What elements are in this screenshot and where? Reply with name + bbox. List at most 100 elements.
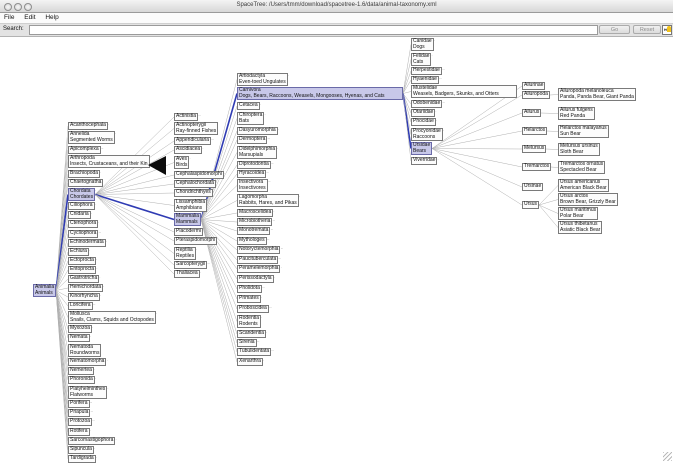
menu-edit[interactable]: Edit xyxy=(20,13,39,23)
tree-node-tubulidentata[interactable]: Tubulidentata··· xyxy=(237,348,271,356)
tree-node-didelphimorphia[interactable]: DidelphimorphiaMarsupials· xyxy=(237,146,277,159)
tree-node-tardigrada[interactable]: Tardigrada· xyxy=(68,455,96,463)
tree-node-ursidae[interactable]: UrsidaeBears xyxy=(411,142,432,155)
tree-node-viverridae[interactable]: Viverridae· xyxy=(411,157,437,165)
reset-button[interactable]: Reset xyxy=(633,25,661,34)
tree-node-pholidota[interactable]: Pholidota··· xyxy=(237,285,262,293)
tree-node-ursus-americanus[interactable]: Ursus americanusAmerican Black Bear xyxy=(558,179,609,192)
tree-node-phocidae[interactable]: Phocidae· xyxy=(411,118,436,126)
search-input[interactable] xyxy=(29,25,598,35)
tree-node-ailuropoda-melanoleuca[interactable]: Ailuropoda melanoleucaPanda, Panda Bear,… xyxy=(558,88,636,101)
tree-node-ailurus[interactable]: Ailurus xyxy=(522,109,541,117)
tree-node-sarcomastigophora[interactable]: Sarcomastigophora· xyxy=(68,437,115,445)
tree-node-rotifera[interactable]: Rotifera· xyxy=(68,428,90,436)
tree-node-herpestidae[interactable]: Herpestidae··· xyxy=(411,67,442,75)
tree-node-rodentia[interactable]: RodentiaRodents· xyxy=(237,315,261,328)
tree-node-ursus-maritimus[interactable]: Ursus maritimusPolar Bear xyxy=(558,207,598,220)
tree-node-mythologes[interactable]: Mythologes··· xyxy=(237,237,267,245)
collapsed-subtree-triangle-icon[interactable] xyxy=(148,156,166,175)
tree-node-canidae[interactable]: CanidaeDogs· xyxy=(411,38,434,51)
tree-node-apicomplexa[interactable]: Apicomplexa··· xyxy=(68,146,101,154)
tree-node-gastrotricha[interactable]: Gastrotricha· xyxy=(68,275,99,283)
tree-node-scandentia[interactable]: Scandentia· xyxy=(237,330,266,338)
tree-node-carnivora[interactable]: CarnivoraDogs, Bears, Raccoons, Weasels,… xyxy=(237,87,403,100)
tree-node-dermoptera[interactable]: Dermoptera··· xyxy=(237,136,267,144)
tree-node-ursus[interactable]: Ursus xyxy=(522,201,539,209)
tree-node-appendicularia[interactable]: Appendicularia··· xyxy=(174,137,211,145)
tree-node-ailurinae[interactable]: Ailurinae xyxy=(522,82,545,90)
tree-node-nematomorpha[interactable]: Nematomorpha· xyxy=(68,358,106,366)
tree-node-ursus-arctos[interactable]: Ursus arctosBrown Bear, Grizzly Bear xyxy=(558,193,618,206)
tree-node-actinistia[interactable]: Actinistia··· xyxy=(174,113,198,121)
tree-node-entoprocta[interactable]: Entoprocta· xyxy=(68,266,96,274)
tree-node-priapula[interactable]: Priapula··· xyxy=(68,409,90,417)
tree-node-nematoda[interactable]: NematodaRoundworms xyxy=(68,344,101,357)
tree-node-mollusca[interactable]: MolluscaSnails, Clams, Squids and Octopo… xyxy=(68,311,156,324)
tree-node-peramelemorphia[interactable]: Peramelemorphia· xyxy=(237,265,280,273)
tree-node-perissodactyla[interactable]: Perissodactyla· xyxy=(237,275,274,283)
tree-node-cycliophora[interactable]: Cycliophora··· xyxy=(68,230,98,238)
tree-node-cetacea[interactable]: Cetacea· xyxy=(237,102,260,110)
tree-node-annelida[interactable]: AnnelidaSegmented Worms· xyxy=(68,131,115,144)
tree-node-sipuncula[interactable]: Sipuncula· xyxy=(68,446,94,454)
tree-node-artiodactyla[interactable]: ArtiodactylaEven-toed Ungulates· xyxy=(237,73,288,86)
tree-node-procyonidae[interactable]: ProcyonidaeRaccoons· xyxy=(411,128,443,141)
tree-node-hemichordata[interactable]: Hemichordata· xyxy=(68,284,103,292)
tree-node-xenarthra[interactable]: Xenarthra· xyxy=(237,358,263,366)
tree-node-hyracoidea[interactable]: Hyracoidea··· xyxy=(237,170,266,178)
tree-node-chondrichthyes[interactable]: Chondrichthyes· xyxy=(174,189,213,197)
tree-node-ctenophora[interactable]: Ctenophora· xyxy=(68,220,98,228)
tree-node-protozoa[interactable]: Protozoa··· xyxy=(68,418,92,426)
tree-node-arthropoda[interactable]: ArthropodaInsects, Crustaceans, and thei… xyxy=(68,155,150,168)
tree-node-felidae[interactable]: FelidaeCats· xyxy=(411,53,431,66)
menu-help[interactable]: Help xyxy=(41,13,62,23)
tree-node-porifera[interactable]: Porifera··· xyxy=(68,400,90,408)
tree-node-brachiopoda[interactable]: Brachiopoda· xyxy=(68,170,100,178)
tree-node-tremarctos[interactable]: Tremarctos xyxy=(522,163,551,171)
tree-node-ursinae[interactable]: Ursinae xyxy=(522,183,543,191)
tree-node-otariidae[interactable]: Otariidae· xyxy=(411,109,435,117)
tree-node-actinopterygii[interactable]: ActinopterygiiRay-finned Fishes xyxy=(174,122,218,135)
tree-node-melursus[interactable]: Melursus xyxy=(522,145,546,153)
tree-node-platyhelminthes[interactable]: PlatyhelminthesFlatworms· xyxy=(68,386,107,399)
tree-node-lagomorpha[interactable]: LagomorphaRabbits, Hares, and Pikas· xyxy=(237,194,299,207)
tree-node-hyaenidae[interactable]: Hyaenidae··· xyxy=(411,76,439,84)
tree-node-cephalaspidomorphi[interactable]: Cephalaspidomorphi· xyxy=(174,171,224,179)
tree-node-dasyuromorphia[interactable]: Dasyuromorphia· xyxy=(237,127,278,135)
tree-node-placodermi[interactable]: Placodermi xyxy=(174,228,203,236)
tree-node-ascidiacea[interactable]: Ascidiacea· xyxy=(174,146,202,154)
tree-node-reptilia[interactable]: ReptiliaReptiles· xyxy=(174,247,196,260)
tree-node-helarctos-malayanus[interactable]: Helarctos malayanusSun Bear xyxy=(558,125,609,138)
tree-node-cnidaria[interactable]: Cnidaria· xyxy=(68,211,91,219)
tree-node-chaetognatha[interactable]: Chaetognatha xyxy=(68,179,103,187)
tree-node-melursus-ursinus[interactable]: Melursus ursinusSloth Bear xyxy=(558,143,600,156)
tree-node-sarcopterygii[interactable]: Sarcopterygii··· xyxy=(174,261,207,269)
tree-node-thaliacea[interactable]: Thaliacea· xyxy=(174,270,200,278)
tree-node-ectoprocta[interactable]: Ectoprocta· xyxy=(68,257,96,265)
tree-node-notoryctemorphia[interactable]: Notoryctemorphia··· xyxy=(237,246,280,254)
tree-node-mammalia[interactable]: MammaliaMammals xyxy=(174,213,201,226)
tree-node-myxozoa[interactable]: Myxozoa· xyxy=(68,325,92,333)
tree-node-echiura[interactable]: Echiura· xyxy=(68,248,89,256)
tree-node-animalia[interactable]: AnimaliaAnimals xyxy=(33,284,56,297)
tree-node-diprotodontia[interactable]: Diprotodontia··· xyxy=(237,161,271,169)
tree-node-chordata[interactable]: ChordataChordates· xyxy=(68,188,95,201)
tree-node-pteraspidomorphi[interactable]: Pteraspidomorphi xyxy=(174,237,217,245)
tree-node-helarctos[interactable]: Helarctos xyxy=(522,127,547,135)
tree-node-paucituberculata[interactable]: Paucituberculata··· xyxy=(237,256,278,264)
tree-node-aves[interactable]: AvesBirds· xyxy=(174,156,189,169)
tree-node-acanthocephala[interactable]: Acanthocephala· xyxy=(68,122,108,130)
tree-node-tremarctos-ornatus[interactable]: Tremarctos ornatusSpectacled Bear xyxy=(558,161,605,174)
tree-node-proboscidea[interactable]: Proboscidea··· xyxy=(237,305,269,313)
tree-node-kinorhyncha[interactable]: Kinorhyncha· xyxy=(68,293,100,301)
window-resize-grip[interactable] xyxy=(663,452,672,461)
tree-node-cephalochordata[interactable]: Cephalochordata xyxy=(174,180,216,188)
tree-node-nemertea[interactable]: Nemertea· xyxy=(68,367,94,375)
tree-node-lissamphibia[interactable]: LissamphibiaAmphibians xyxy=(174,199,207,212)
tree-node-loricifera[interactable]: Loricifera··· xyxy=(68,302,93,310)
tree-node-microbiotheria[interactable]: Microbiotheria··· xyxy=(237,218,272,226)
tree-node-mustelidae[interactable]: MustelidaeWeasels, Badgers, Skunks, and … xyxy=(411,85,517,98)
go-button[interactable]: Go xyxy=(599,25,630,34)
tree-node-odobenidae[interactable]: Odobenidae··· xyxy=(411,100,442,108)
tree-node-insectivora[interactable]: InsectivoraInsectivores··· xyxy=(237,179,268,192)
